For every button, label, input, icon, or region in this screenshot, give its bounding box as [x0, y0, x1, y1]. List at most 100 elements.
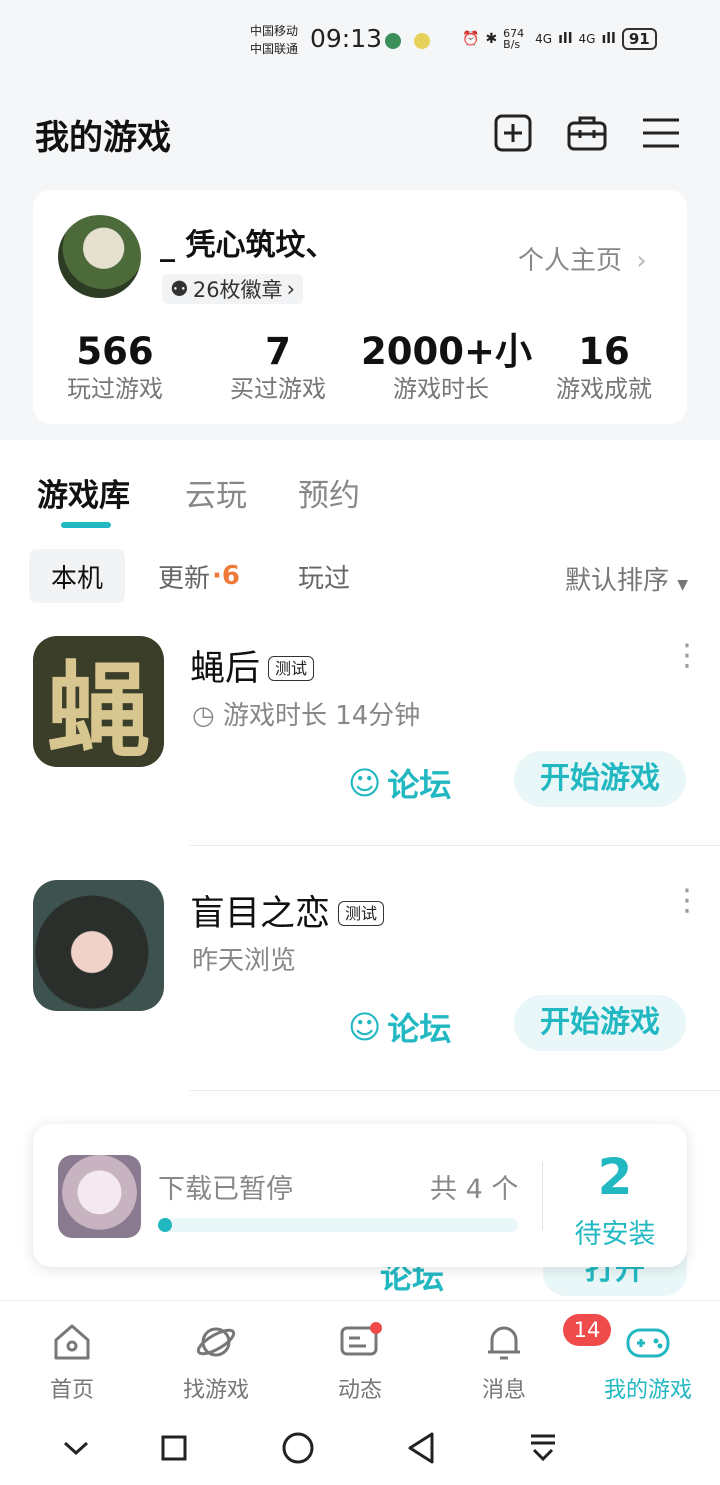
game-last-viewed: 昨天浏览: [192, 946, 297, 976]
download-progress-fill: [158, 1218, 172, 1232]
divider: [190, 845, 720, 846]
signal-bars-icon: ıll: [558, 31, 573, 47]
game-sub-text: 游戏时长 14分钟: [222, 701, 421, 731]
pending-install-count[interactable]: 2: [545, 1148, 685, 1206]
sort-label: 默认排序: [565, 566, 670, 596]
test-tag: 测试: [268, 656, 315, 681]
download-progress-track: [158, 1218, 518, 1232]
divider: [190, 1090, 720, 1091]
chevron-down-icon[interactable]: [62, 1436, 90, 1460]
notification-shade-icon[interactable]: [528, 1432, 558, 1464]
forum-button[interactable]: ☺ 论坛: [348, 1004, 451, 1050]
game-icon[interactable]: 蝇: [33, 636, 164, 767]
filter-local[interactable]: 本机: [29, 549, 126, 603]
status-icons: ⏰ ✱ 674 B/s 4G ıll 4G ıll 91: [462, 28, 657, 50]
chat-bubble-icon: ☺: [348, 1008, 382, 1046]
tab-cloud-play[interactable]: 云玩: [185, 470, 247, 515]
forum-label: 论坛: [387, 1010, 452, 1048]
chevron-right-icon: ›: [636, 246, 647, 276]
battery-level: 91: [621, 28, 657, 50]
recents-icon[interactable]: [160, 1434, 188, 1462]
gamepad-icon: [626, 1328, 670, 1358]
nav-feed[interactable]: 动态: [288, 1320, 432, 1404]
forum-label: 论坛: [387, 766, 452, 804]
nav-label: 首页: [49, 1378, 94, 1403]
bell-icon: [488, 1326, 520, 1360]
nav-label: 我的游戏: [603, 1378, 692, 1403]
nav-home[interactable]: 首页: [0, 1320, 144, 1404]
app-notification-icon-2: [414, 33, 430, 49]
menu-icon[interactable]: [641, 113, 681, 153]
stat-value: 2000+小: [361, 330, 532, 373]
tab-reservation[interactable]: 预约: [298, 470, 360, 515]
stat-played[interactable]: 566 玩过游戏: [35, 330, 195, 404]
badge-count-button[interactable]: ⚉ 26枚徽章 ›: [162, 274, 303, 304]
download-total: 共 4 个: [430, 1174, 519, 1205]
filter-updates[interactable]: 更新 ·6: [136, 549, 262, 603]
caret-down-icon: ▼: [677, 577, 689, 593]
feed-icon: [340, 1322, 382, 1356]
stat-value: 566: [76, 330, 154, 373]
app-notification-icon: [385, 33, 401, 49]
alarm-icon: ⏰: [462, 31, 480, 47]
back-icon[interactable]: [406, 1431, 436, 1465]
signal-2: 4G: [578, 32, 596, 46]
nav-messages[interactable]: 消息: [432, 1320, 576, 1404]
forum-button[interactable]: ☺ 论坛: [348, 760, 451, 806]
homepage-link[interactable]: 个人主页 ›: [518, 240, 647, 277]
toolbox-icon[interactable]: [567, 113, 607, 153]
signal-1: 4G: [535, 32, 553, 46]
test-tag: 测试: [338, 901, 385, 926]
stat-achievements[interactable]: 16 游戏成就: [524, 330, 684, 404]
nav-label: 动态: [337, 1378, 382, 1403]
download-game-icon: [58, 1155, 141, 1238]
pending-install-label[interactable]: 待安装: [545, 1212, 685, 1251]
divider: [542, 1162, 543, 1230]
download-status: 下载已暂停: [158, 1174, 293, 1205]
clock: 09:13: [310, 24, 383, 53]
bluetooth-icon: ✱: [485, 31, 498, 47]
homepage-label: 个人主页: [518, 246, 623, 276]
clock-icon: ◷: [192, 701, 215, 731]
carrier-2: 中国联通: [250, 42, 299, 56]
chat-bubble-icon: ☺: [348, 764, 382, 802]
signal-bars-icon-2: ıll: [601, 31, 616, 47]
start-game-button[interactable]: 开始游戏: [514, 995, 686, 1051]
chevron-right-icon: ›: [286, 277, 295, 301]
net-speed: 674 B/s: [503, 27, 525, 51]
game-name: 盲目之恋: [190, 894, 331, 934]
stat-label: 玩过游戏: [67, 375, 163, 403]
start-game-button[interactable]: 开始游戏: [514, 751, 686, 807]
notification-badge: 14: [563, 1314, 611, 1346]
tab-library[interactable]: 游戏库: [37, 470, 130, 515]
nav-label: 消息: [481, 1378, 526, 1403]
carrier-1: 中国移动: [250, 24, 299, 38]
game-title[interactable]: 蝇后 测试: [190, 640, 315, 691]
active-tab-indicator: [61, 522, 111, 528]
avatar[interactable]: [58, 215, 141, 298]
filter-played[interactable]: 玩过: [276, 549, 372, 603]
add-icon[interactable]: [493, 113, 533, 153]
more-options-icon[interactable]: ⋮: [672, 886, 702, 916]
username[interactable]: _ 凭心筑坟、: [160, 220, 335, 264]
home-circle-icon[interactable]: [281, 1431, 315, 1465]
system-nav-bar: [0, 1410, 720, 1485]
game-title[interactable]: 盲目之恋 测试: [190, 885, 385, 936]
stat-playtime[interactable]: 2000+小 游戏时长: [361, 330, 532, 404]
game-icon[interactable]: [33, 880, 164, 1011]
medal-icon: ⚉: [170, 277, 189, 301]
nav-discover[interactable]: 找游戏: [144, 1320, 288, 1404]
nav-label: 找游戏: [182, 1378, 249, 1403]
stat-bought[interactable]: 7 买过游戏: [198, 330, 358, 404]
stat-value: 16: [578, 330, 630, 373]
update-count: ·6: [212, 561, 240, 591]
carrier-info: 中国移动 中国联通: [250, 22, 298, 58]
status-bar: 中国移动 中国联通 09:13 ⏰ ✱ 674 B/s 4G ıll 4G ıl…: [0, 0, 720, 85]
home-icon: [54, 1324, 90, 1360]
planet-icon: [196, 1327, 236, 1357]
more-options-icon[interactable]: ⋮: [672, 641, 702, 671]
game-icon-glyph: 蝇: [46, 649, 151, 767]
game-playtime: ◷ 游戏时长 14分钟: [192, 695, 420, 732]
sort-dropdown[interactable]: 默认排序 ▼: [565, 560, 688, 597]
stat-label: 游戏成就: [556, 375, 652, 403]
